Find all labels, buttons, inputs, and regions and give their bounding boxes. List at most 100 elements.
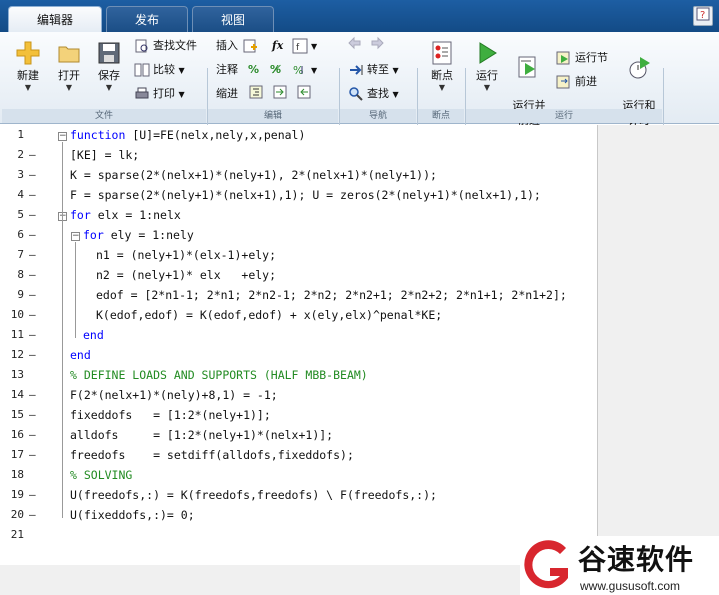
save-label: 保存: [98, 69, 120, 82]
breakpoint-marker[interactable]: —: [29, 228, 36, 241]
wrap-comment-icon: %: [293, 64, 303, 77]
title-bar: 编辑器 发布 视图 ?: [0, 0, 719, 32]
fx-button[interactable]: fx: [272, 36, 283, 56]
breakpoint-marker[interactable]: —: [29, 168, 36, 181]
insert-button[interactable]: 插入: [216, 36, 261, 56]
tab-editor[interactable]: 编辑器: [8, 6, 102, 32]
code-text-area[interactable]: function [U]=FE(nelx,nely,x,penal) [KE] =…: [40, 125, 598, 565]
open-label: 打开: [58, 69, 80, 82]
breakpoint-marker[interactable]: —: [29, 328, 36, 341]
find-files-button[interactable]: 查找文件: [134, 36, 197, 56]
breakpoint-marker[interactable]: —: [29, 428, 36, 441]
breakpoint-marker[interactable]: —: [29, 488, 36, 501]
decrease-indent-icon[interactable]: [296, 84, 312, 104]
compare-button[interactable]: 比较 ▼: [134, 60, 185, 80]
code-line[interactable]: n1 = (nely+1)*(elx-1)+ely;: [96, 248, 276, 262]
line-number: 7: [17, 248, 24, 261]
breakpoints-button[interactable]: 断点 ▼: [422, 40, 462, 93]
code-line[interactable]: U(fixeddofs,:)= 0;: [70, 508, 195, 522]
code-line[interactable]: % SOLVING: [70, 468, 132, 482]
run-group-label: 运行: [466, 109, 662, 123]
percent-icon[interactable]: %: [248, 60, 259, 80]
uncomment-icon[interactable]: %̸: [270, 60, 281, 80]
run-section-button[interactable]: 运行节: [556, 48, 608, 68]
breakpoint-marker[interactable]: —: [29, 188, 36, 201]
wrap-comment-button[interactable]: % ▼: [292, 60, 317, 80]
code-line[interactable]: F(2*(nelx+1)*(nely)+8,1) = -1;: [70, 388, 278, 402]
open-button[interactable]: 打开 ▼: [50, 40, 88, 93]
code-line[interactable]: n2 = (nely+1)* elx +ely;: [96, 268, 276, 282]
line-number: 20: [10, 508, 24, 521]
breakpoint-marker[interactable]: —: [29, 268, 36, 281]
breakpoint-marker[interactable]: —: [29, 288, 36, 301]
goto-button[interactable]: 转至 ▼: [348, 60, 399, 80]
breakpoint-marker[interactable]: —: [29, 208, 36, 221]
code-line[interactable]: alldofs = [1:2*(nely+1)*(nelx+1)];: [70, 428, 333, 442]
save-button[interactable]: 保存 ▼: [90, 40, 128, 93]
code-line[interactable]: U(freedofs,:) = K(freedofs,freedofs) \ F…: [70, 488, 437, 502]
breakpoint-marker[interactable]: —: [29, 308, 36, 321]
print-button[interactable]: 打印 ▼: [134, 84, 185, 104]
file-group-label: 文件: [2, 109, 206, 123]
tab-publish[interactable]: 发布: [106, 6, 188, 32]
smart-indent-icon[interactable]: [248, 84, 264, 104]
breakpoint-marker[interactable]: —: [29, 148, 36, 161]
chevron-down-icon: ▼: [311, 42, 318, 51]
code-line[interactable]: edof = [2*n1-1; 2*n1; 2*n2-1; 2*n2; 2*n2…: [96, 288, 567, 302]
fold-toggle-icon[interactable]: −: [71, 232, 80, 241]
function-icon: f: [292, 38, 308, 54]
code-line[interactable]: % DEFINE LOADS AND SUPPORTS (HALF MBB-BE…: [70, 368, 368, 382]
stopwatch-icon: [629, 57, 650, 79]
breakpoint-marker[interactable]: —: [29, 508, 36, 521]
chevron-down-icon: ▼: [105, 83, 113, 92]
breakpoint-marker[interactable]: —: [29, 248, 36, 261]
play-icon: [479, 42, 497, 64]
run-label: 运行: [476, 69, 498, 82]
insert-function-dropdown[interactable]: f ▼: [292, 36, 317, 56]
breakpoint-marker[interactable]: —: [29, 348, 36, 361]
comment-button[interactable]: 注释: [216, 60, 238, 80]
line-number: 19: [10, 488, 24, 501]
code-line[interactable]: end: [70, 348, 91, 362]
code-line[interactable]: K = sparse(2*(nelx+1)*(nely+1), 2*(nelx+…: [70, 168, 437, 182]
new-button[interactable]: 新建 ▼: [8, 40, 48, 93]
line-number: 18: [10, 468, 24, 481]
code-line[interactable]: end: [83, 328, 104, 342]
run-button[interactable]: 运行 ▼: [468, 40, 506, 93]
watermark-logo: 谷速软件 www.gususoft.com: [520, 536, 719, 595]
code-line[interactable]: F = sparse(2*(nely+1)*(nelx+1),1); U = z…: [70, 188, 541, 202]
code-line[interactable]: fixeddofs = [1:2*(nely+1)];: [70, 408, 271, 422]
breakpoints-label: 断点: [431, 69, 453, 82]
code-line[interactable]: for elx = 1:nelx: [70, 208, 181, 222]
fold-guide: [75, 242, 76, 338]
breakpoint-marker[interactable]: —: [29, 408, 36, 421]
chevron-down-icon: ▼: [65, 83, 73, 92]
fold-guide: [62, 222, 63, 358]
tab-view[interactable]: 视图: [192, 6, 274, 32]
line-number: 8: [17, 268, 24, 281]
advance-button[interactable]: 前进: [556, 72, 597, 92]
breakpoint-marker[interactable]: —: [29, 448, 36, 461]
code-line[interactable]: freedofs = setdiff(alldofs,fixeddofs);: [70, 448, 354, 462]
forward-arrow-icon: [371, 36, 384, 50]
help-icon[interactable]: ?: [693, 6, 713, 26]
breakpoint-marker[interactable]: —: [29, 388, 36, 401]
find-button[interactable]: 查找 ▼: [348, 84, 399, 104]
indent-button[interactable]: 缩进: [216, 84, 238, 104]
goto-icon: [350, 65, 363, 75]
search-icon: [349, 87, 363, 101]
code-line[interactable]: function [U]=FE(nelx,nely,x,penal): [70, 128, 305, 142]
code-line[interactable]: K(edof,edof) = K(edof,edof) + x(ely,elx)…: [96, 308, 442, 322]
line-number: 4: [17, 188, 24, 201]
watermark-url: www.gususoft.com: [580, 579, 681, 593]
line-number: 13: [10, 368, 24, 381]
code-line[interactable]: for ely = 1:nely: [83, 228, 194, 242]
line-number: 10: [10, 308, 24, 321]
fold-toggle-icon[interactable]: −: [58, 132, 67, 141]
line-number: 2: [17, 148, 24, 161]
nav-group-label: 导航: [340, 109, 416, 123]
run-section-icon: [556, 51, 570, 65]
back-forward-arrows[interactable]: [348, 36, 384, 56]
increase-indent-icon[interactable]: [272, 84, 288, 104]
code-line[interactable]: [KE] = lk;: [70, 148, 139, 162]
